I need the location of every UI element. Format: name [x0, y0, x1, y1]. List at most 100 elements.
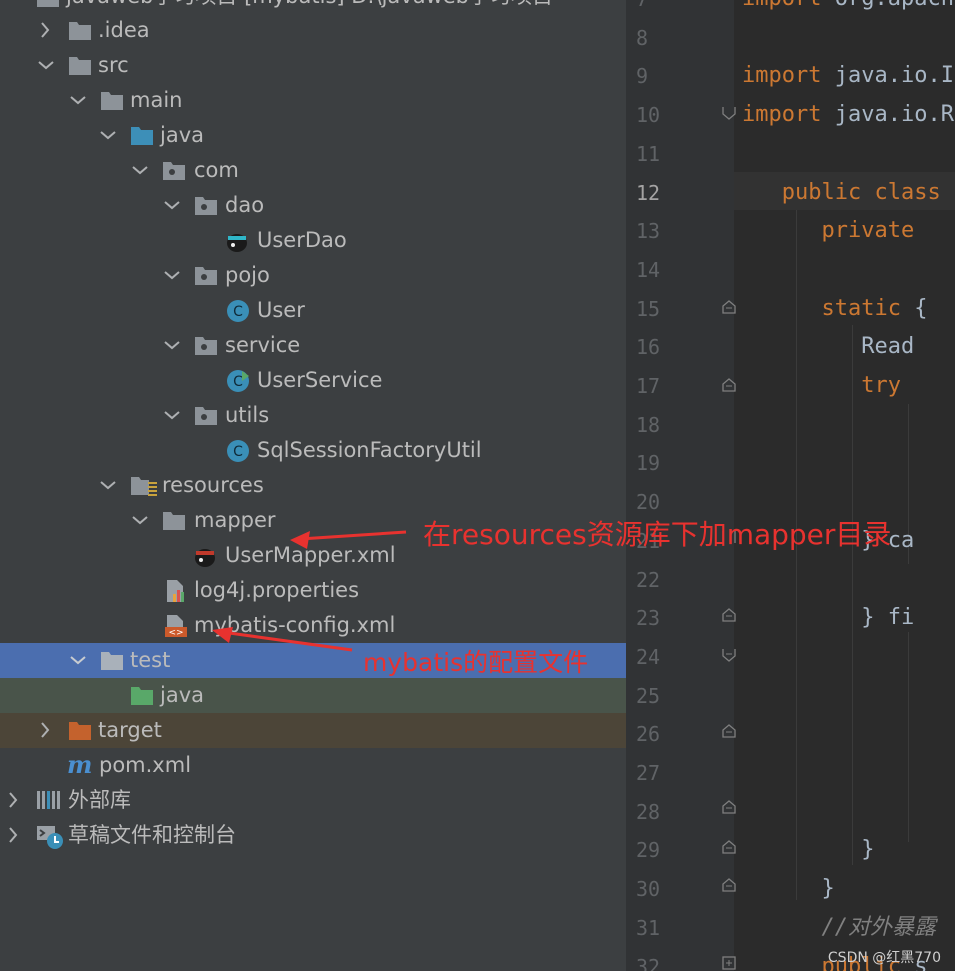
chevron-right-icon[interactable]: [2, 818, 26, 853]
tree-item-label: log4j.properties: [194, 578, 360, 602]
svg-text:C: C: [233, 304, 243, 320]
tree-item-target[interactable]: target: [0, 713, 626, 748]
tree-item-label: UserMapper.xml: [225, 543, 396, 567]
line-number: 22: [636, 567, 661, 592]
tree-item-label: UserService: [257, 368, 383, 392]
watermark: CSDN @红黑770: [827, 950, 941, 966]
class-icon: C: [226, 439, 250, 462]
code-line[interactable]: import java.io.R: [742, 100, 954, 130]
mybatis-xml-icon: [192, 544, 216, 567]
code-line[interactable]: private: [742, 216, 914, 246]
fold-start-icon[interactable]: [722, 608, 736, 622]
line-number: 15: [636, 296, 661, 321]
indent-guide: [908, 632, 909, 842]
fold-end-icon[interactable]: [722, 724, 736, 738]
tree-item-src[interactable]: src: [0, 48, 626, 83]
tree-root-label: javaweb学习项目 [mybatis] D:\javaweb学习项目: [66, 0, 553, 10]
fold-start-icon[interactable]: [722, 648, 736, 662]
maven-icon: m: [66, 750, 92, 779]
tree-item-java-source[interactable]: java: [0, 118, 626, 153]
chevron-down-icon[interactable]: [128, 153, 152, 188]
code-line[interactable]: static {: [742, 294, 927, 324]
tree-item-label: utils: [225, 403, 270, 427]
tree-item-scratches-consoles[interactable]: 草稿文件和控制台: [0, 818, 626, 853]
fold-end-icon[interactable]: [722, 840, 736, 854]
chevron-down-icon[interactable]: [160, 328, 184, 363]
tree-item-sqlsessionfactoryutil[interactable]: C SqlSessionFactoryUtil: [0, 433, 626, 468]
tree-item-label: java: [160, 683, 204, 707]
tree-item-userdao[interactable]: UserDao: [0, 223, 626, 258]
code-line[interactable]: import java.io.I: [742, 61, 954, 91]
fold-start-icon[interactable]: [722, 956, 736, 970]
tree-item-user[interactable]: C User: [0, 293, 626, 328]
folder-icon: [68, 19, 92, 41]
tree-item-test-java[interactable]: java: [0, 678, 626, 713]
scratches-icon: [36, 824, 63, 849]
line-number: 16: [636, 335, 661, 360]
line-number: 29: [636, 838, 661, 863]
tree-item-utils[interactable]: utils: [0, 398, 626, 433]
svg-text:<>: <>: [168, 628, 183, 638]
folder-icon: [68, 54, 92, 76]
tree-item-mybatis-config-xml[interactable]: <> mybatis-config.xml: [0, 608, 626, 643]
tree-item-label: .idea: [98, 18, 150, 42]
tree-item-label: pom.xml: [99, 753, 192, 777]
chevron-right-icon[interactable]: [34, 713, 58, 748]
fold-start-icon[interactable]: [722, 300, 736, 314]
tree-item-label: dao: [225, 193, 265, 217]
project-tree[interactable]: javaweb学习项目 [mybatis] D:\javaweb学习项目 .id…: [0, 0, 626, 971]
chevron-down-icon[interactable]: [66, 643, 90, 678]
tree-item-idea[interactable]: .idea: [0, 13, 626, 48]
tree-item-com[interactable]: com: [0, 153, 626, 188]
package-icon: [194, 264, 218, 286]
chevron-right-icon[interactable]: [34, 13, 58, 48]
code-line[interactable]: } fi: [742, 603, 914, 633]
code-line[interactable]: import org.apach: [742, 0, 954, 14]
tree-item-resources[interactable]: resources: [0, 468, 626, 503]
resources-folder-icon: [130, 474, 157, 496]
code-editor[interactable]: 7891011121314151617181920212223242526272…: [626, 0, 955, 971]
chevron-down-icon[interactable]: [34, 48, 58, 83]
chevron-down-icon[interactable]: [160, 188, 184, 223]
fold-end-icon[interactable]: [722, 878, 736, 892]
indent-guide: [852, 325, 853, 865]
chevron-down-icon[interactable]: [160, 398, 184, 433]
chevron-down-icon[interactable]: [96, 118, 120, 153]
fold-end-icon[interactable]: [722, 106, 736, 120]
mybatis-mapper-icon: [224, 229, 248, 252]
code-line[interactable]: Read: [742, 332, 914, 362]
code-line[interactable]: public class: [742, 178, 941, 208]
line-number: 9: [636, 64, 649, 89]
line-number: 25: [636, 683, 661, 708]
line-number: 26: [636, 722, 661, 747]
chevron-right-icon[interactable]: [2, 783, 26, 818]
tree-item-pom-xml[interactable]: m pom.xml: [0, 748, 626, 783]
tree-item-dao[interactable]: dao: [0, 188, 626, 223]
tree-item-label: com: [194, 158, 239, 182]
tree-item-pojo[interactable]: pojo: [0, 258, 626, 293]
annotation-config-note: mybatis的配置文件: [363, 648, 589, 677]
line-number: 7: [636, 0, 676, 14]
line-number: 11: [636, 141, 661, 166]
chevron-down-icon[interactable]: [160, 258, 184, 293]
fold-end-icon[interactable]: [722, 800, 736, 814]
line-number: 32: [636, 954, 661, 971]
line-number: 14: [636, 257, 661, 282]
tree-item-external-libraries[interactable]: 外部库: [0, 783, 626, 818]
chevron-down-icon[interactable]: [96, 468, 120, 503]
chevron-down-icon[interactable]: [66, 83, 90, 118]
tree-item-log4j-properties[interactable]: log4j.properties: [0, 573, 626, 608]
tree-item-label: service: [225, 333, 301, 357]
code-line[interactable]: }: [742, 835, 874, 865]
line-number: 31: [636, 915, 661, 940]
fold-start-icon[interactable]: [722, 378, 736, 392]
tree-item-label: 外部库: [68, 788, 131, 812]
tree-item-main[interactable]: main: [0, 83, 626, 118]
code-line[interactable]: try: [742, 371, 901, 401]
package-icon: [194, 194, 218, 216]
code-line[interactable]: }: [742, 874, 834, 904]
tree-item-service[interactable]: service: [0, 328, 626, 363]
code-line[interactable]: //对外暴露: [742, 913, 936, 943]
chevron-down-icon[interactable]: [128, 503, 152, 538]
tree-item-userservice[interactable]: C UserService: [0, 363, 626, 398]
